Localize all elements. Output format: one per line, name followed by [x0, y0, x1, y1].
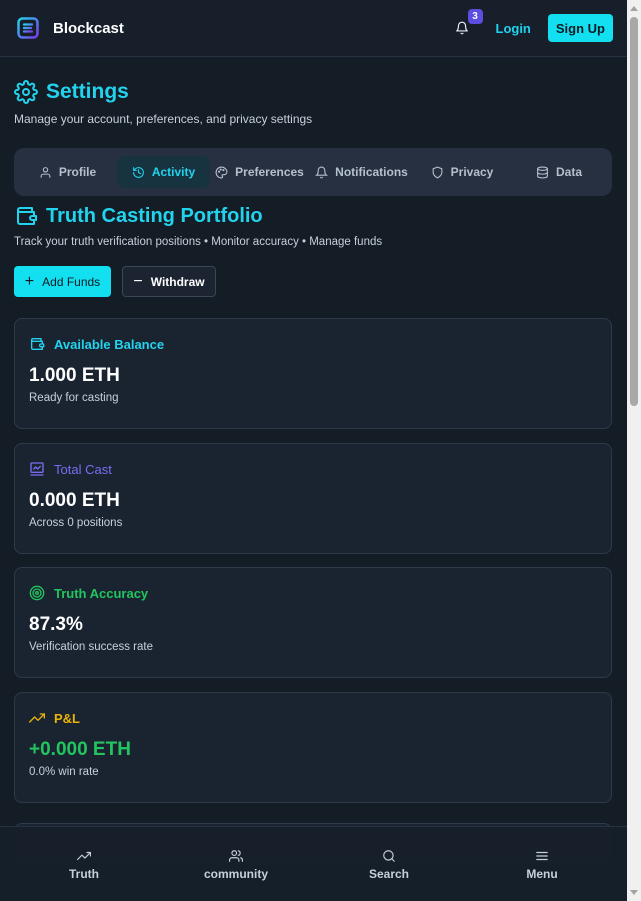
settings-tabs: Profile Activity Preferences Notificatio… — [14, 148, 612, 196]
blockcast-logo-icon[interactable] — [16, 16, 40, 40]
nav-truth[interactable]: Truth — [39, 849, 129, 881]
pnl-card: P&L +0.000 ETH 0.0% win rate — [14, 692, 612, 803]
page-scrollbar[interactable] — [627, 0, 641, 901]
bell-icon — [455, 21, 468, 35]
card-value: 87.3% — [29, 614, 83, 635]
card-title: Total Cast — [54, 461, 112, 477]
tab-data[interactable]: Data — [510, 156, 608, 188]
page-title: Settings — [46, 80, 129, 103]
card-value: 1.000 ETH — [29, 365, 120, 386]
tab-label: Privacy — [450, 165, 494, 179]
truth-accuracy-card: Truth Accuracy 87.3% Verification succes… — [14, 567, 612, 678]
menu-icon — [536, 851, 548, 861]
wallet-icon — [31, 338, 45, 350]
users-icon — [229, 850, 243, 862]
portfolio-subtitle: Track your truth verification positions … — [14, 236, 383, 248]
card-description: Verification success rate — [29, 641, 154, 653]
card-description: Ready for casting — [29, 392, 119, 404]
tab-label: Profile — [58, 165, 97, 179]
gear-icon — [14, 80, 38, 104]
nav-label: Menu — [526, 867, 558, 881]
withdraw-label: Withdraw — [150, 274, 205, 289]
nav-menu[interactable]: Menu — [497, 849, 587, 881]
notification-count-badge: 3 — [467, 9, 483, 24]
database-icon — [537, 166, 548, 178]
tab-preferences[interactable]: Preferences — [210, 156, 309, 188]
tab-label: Notifications — [335, 165, 408, 179]
withdraw-button[interactable]: − Withdraw — [122, 266, 216, 297]
trending-up-icon — [29, 713, 45, 723]
tab-profile[interactable]: Profile — [18, 156, 117, 188]
scroll-down-arrow-icon[interactable] — [630, 890, 638, 895]
target-icon — [29, 585, 45, 601]
nav-search[interactable]: Search — [344, 849, 434, 881]
plus-icon: + — [24, 272, 35, 290]
tab-privacy[interactable]: Privacy — [414, 156, 510, 188]
login-link[interactable]: Login — [496, 21, 531, 36]
shield-icon — [432, 166, 443, 179]
nav-community[interactable]: community — [191, 849, 281, 881]
card-title: Available Balance — [54, 336, 165, 352]
portfolio-heading: Truth Casting Portfolio — [14, 204, 263, 228]
tab-activity[interactable]: Activity — [117, 156, 210, 188]
card-value: +0.000 ETH — [29, 739, 131, 760]
total-cast-card: Total Cast 0.000 ETH Across 0 positions — [14, 443, 612, 554]
card-title: Truth Accuracy — [54, 585, 149, 601]
bottom-navigation: Truth community Search Menu — [0, 826, 627, 901]
tab-label: Activity — [151, 165, 196, 179]
nav-label: Search — [368, 867, 410, 881]
notifications-button[interactable]: 3 — [452, 9, 483, 38]
card-description: 0.0% win rate — [29, 766, 99, 778]
scrollbar-thumb[interactable] — [630, 17, 638, 406]
card-value: 0.000 ETH — [29, 490, 120, 511]
card-description: Across 0 positions — [29, 517, 123, 529]
add-funds-button[interactable]: + Add Funds — [14, 266, 111, 297]
tab-label: Data — [555, 165, 582, 179]
add-funds-label: Add Funds — [42, 274, 101, 289]
nav-label: Truth — [69, 867, 99, 881]
top-header: Blockcast 3 Login Sign Up — [0, 0, 627, 57]
trending-up-icon — [77, 851, 91, 861]
tab-label: Preferences — [235, 165, 304, 179]
palette-icon — [215, 166, 228, 178]
available-balance-card: Available Balance 1.000 ETH Ready for ca… — [14, 318, 612, 429]
user-icon — [40, 166, 51, 178]
wallet-icon — [17, 207, 37, 225]
chart-box-icon — [30, 462, 44, 476]
nav-label: community — [203, 867, 268, 881]
tab-notifications[interactable]: Notifications — [309, 156, 414, 188]
brand-name[interactable]: Blockcast — [53, 20, 124, 37]
history-icon — [132, 166, 144, 178]
minus-icon: − — [133, 272, 143, 290]
page-subtitle: Manage your account, preferences, and pr… — [14, 112, 313, 126]
card-title: P&L — [54, 710, 80, 726]
portfolio-title: Truth Casting Portfolio — [46, 204, 263, 227]
settings-heading: Settings — [14, 80, 129, 104]
signup-button[interactable]: Sign Up — [547, 14, 613, 42]
bell-icon — [315, 166, 329, 178]
scroll-up-arrow-icon[interactable] — [630, 6, 638, 11]
search-icon — [383, 850, 395, 862]
